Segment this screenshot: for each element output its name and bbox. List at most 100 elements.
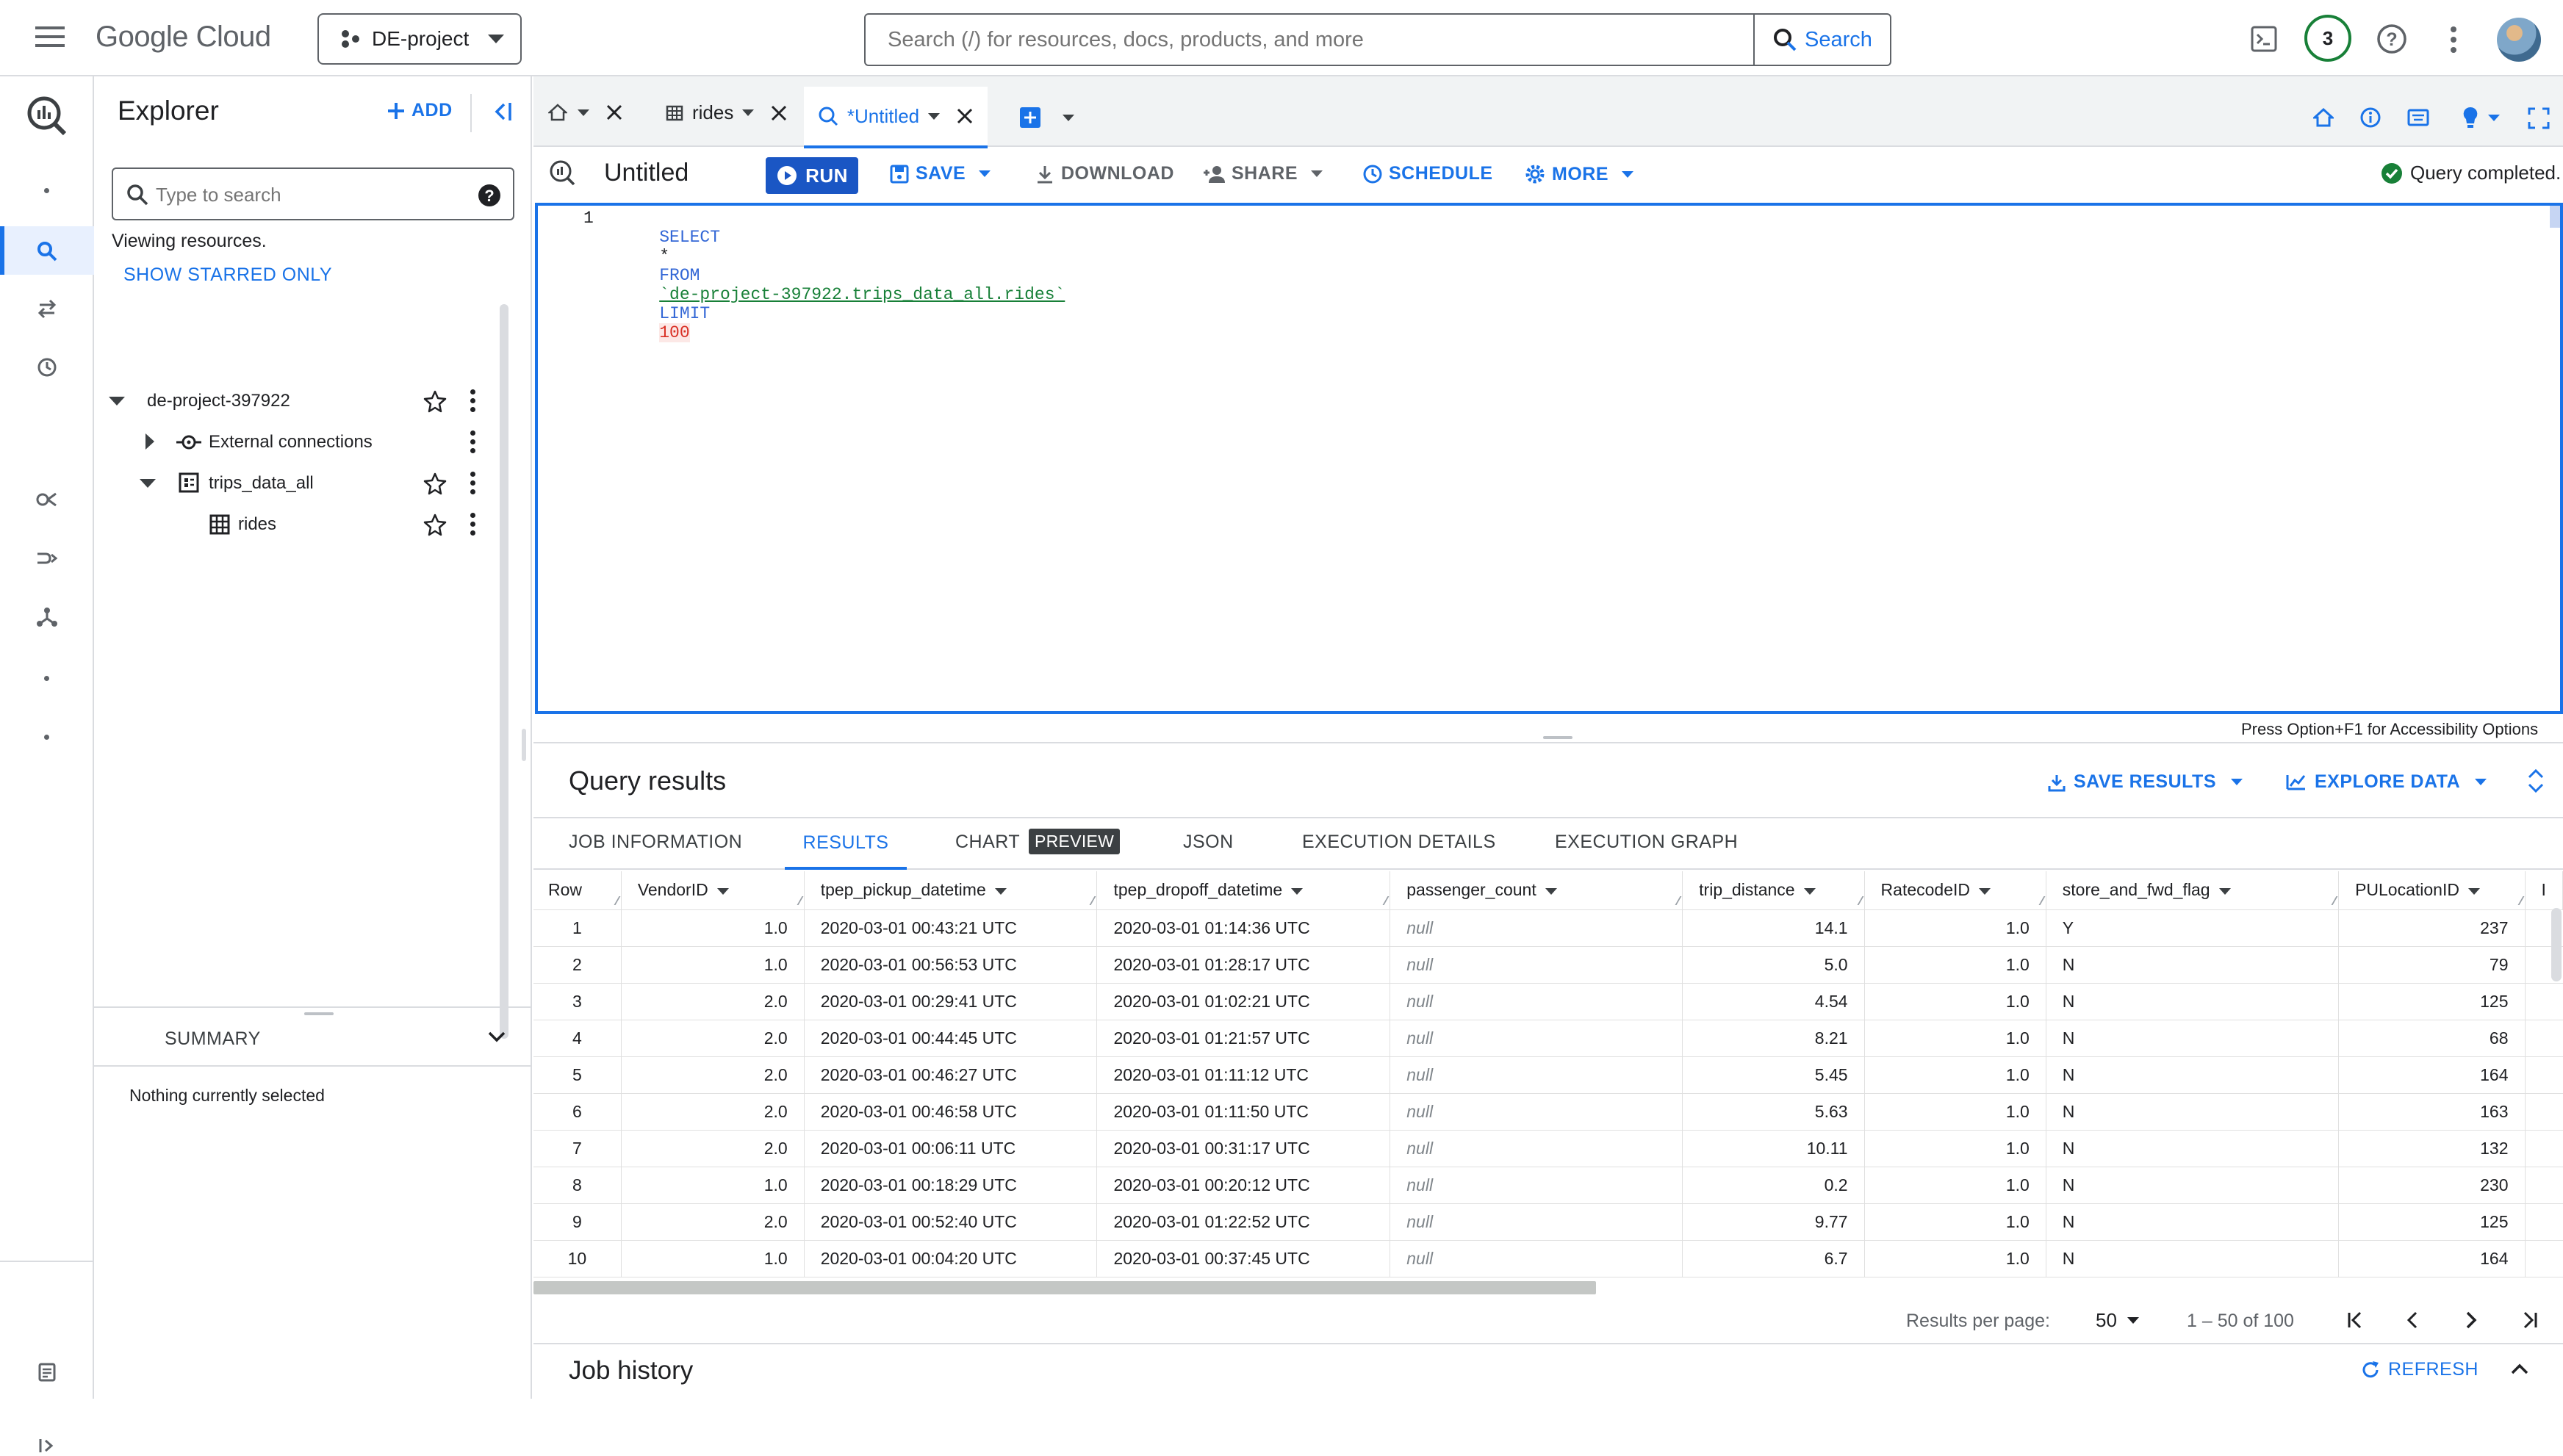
table-cell[interactable]: 164 <box>2338 1240 2526 1277</box>
collapse-panel-icon[interactable] <box>491 98 514 125</box>
table-cell[interactable]: 79 <box>2338 946 2526 984</box>
star-icon[interactable] <box>423 472 447 495</box>
table-cell[interactable]: 1.0 <box>1864 1093 2046 1131</box>
table-cell[interactable]: null <box>1390 1093 1683 1131</box>
chevron-up-icon[interactable] <box>2509 1361 2531 1377</box>
column-header[interactable]: RatecodeID <box>1864 871 2046 910</box>
table-cell[interactable]: 2020-03-01 00:29:41 UTC <box>804 983 1098 1020</box>
table-row[interactable]: 3 2.0 2020-03-01 00:29:41 UTC 2020-03-01 01… <box>533 983 2563 1020</box>
table-cell[interactable]: N <box>2046 1203 2340 1241</box>
editor-scrollbar[interactable] <box>2550 206 2560 228</box>
column-header[interactable]: passenger_count <box>1390 871 1683 910</box>
table-cell[interactable]: 2.0 <box>621 1020 805 1057</box>
home-icon[interactable] <box>2313 107 2334 128</box>
notifications-badge[interactable]: 3 <box>2304 15 2351 62</box>
table-cell[interactable]: 1.0 <box>1864 983 2046 1020</box>
download-button[interactable]: DOWNLOAD <box>1035 163 1174 184</box>
refresh-button[interactable]: REFRESH <box>2360 1359 2478 1380</box>
row-number-cell[interactable]: 4 <box>533 1020 622 1057</box>
column-header[interactable]: I <box>2525 871 2563 910</box>
table-cell[interactable]: N <box>2046 1093 2340 1131</box>
expand-collapse-icon[interactable] <box>2525 767 2547 795</box>
column-header[interactable]: tpep_dropoff_datetime <box>1096 871 1391 910</box>
first-page-icon[interactable] <box>2344 1309 2366 1331</box>
table-cell[interactable]: 2.0 <box>621 1203 805 1241</box>
column-menu-icon[interactable] <box>994 887 1007 895</box>
table-cell[interactable]: null <box>1390 1203 1683 1241</box>
close-icon[interactable] <box>956 107 974 125</box>
table-cell[interactable]: 1.0 <box>621 1167 805 1204</box>
tab-rides[interactable]: rides <box>666 101 788 124</box>
close-icon[interactable] <box>605 104 623 121</box>
table-row[interactable]: 9 2.0 2020-03-01 00:52:40 UTC 2020-03-01 01… <box>533 1203 2563 1241</box>
row-number-cell[interactable]: 10 <box>533 1240 622 1277</box>
column-menu-icon[interactable] <box>2467 887 2480 895</box>
star-icon[interactable] <box>423 389 447 413</box>
column-header[interactable]: PULocationID <box>2338 871 2526 910</box>
summary-drag-handle[interactable] <box>304 1012 334 1015</box>
column-menu-icon[interactable] <box>1545 887 1557 895</box>
history-clock-icon[interactable] <box>37 357 57 378</box>
table-cell[interactable]: 0.2 <box>1682 1167 1865 1204</box>
explorer-search-box[interactable]: ? <box>112 167 514 220</box>
table-cell[interactable]: 2020-03-01 00:44:45 UTC <box>804 1020 1098 1057</box>
table-cell[interactable]: 5.0 <box>1682 946 1865 984</box>
tab-chart[interactable]: CHART <box>955 832 1020 853</box>
node-menu-icon[interactable] <box>470 430 476 454</box>
table-cell[interactable]: null <box>1390 1056 1683 1094</box>
row-number-cell[interactable]: 8 <box>533 1167 622 1204</box>
row-number-cell[interactable]: 7 <box>533 1130 622 1167</box>
column-header[interactable]: VendorID <box>621 871 805 910</box>
bigquery-logo-icon[interactable] <box>25 94 69 138</box>
table-row[interactable]: 6 2.0 2020-03-01 00:46:58 UTC 2020-03-01 01… <box>533 1093 2563 1131</box>
table-cell[interactable]: null <box>1390 1167 1683 1204</box>
query-title[interactable]: Untitled <box>604 159 689 187</box>
rail-dot-icon[interactable] <box>44 676 49 681</box>
table-cell[interactable]: 4.54 <box>1682 983 1865 1020</box>
info-icon[interactable] <box>2360 107 2381 128</box>
table-row[interactable]: 4 2.0 2020-03-01 00:44:45 UTC 2020-03-01 01… <box>533 1020 2563 1057</box>
column-menu-icon[interactable] <box>716 887 729 895</box>
table-cell[interactable]: 5.45 <box>1682 1056 1865 1094</box>
table-row[interactable]: 1 1.0 2020-03-01 00:43:21 UTC 2020-03-01 01… <box>533 909 2563 947</box>
column-menu-icon[interactable] <box>1979 887 1991 895</box>
tab-results-active[interactable]: RESULTS <box>785 818 907 870</box>
row-number-cell[interactable]: 5 <box>533 1056 622 1094</box>
column-menu-icon[interactable] <box>2218 887 2231 895</box>
save-button[interactable]: SAVE <box>889 163 991 184</box>
cloud-shell-icon[interactable] <box>2250 25 2278 53</box>
table-cell[interactable]: 1.0 <box>621 1240 805 1277</box>
show-starred-link[interactable]: SHOW STARRED ONLY <box>123 264 332 286</box>
tab-untitled-active[interactable]: *Untitled <box>804 87 988 148</box>
column-resize-handle[interactable] <box>789 895 804 905</box>
table-cell[interactable]: 2.0 <box>621 1093 805 1131</box>
table-cell[interactable]: 2020-03-01 00:52:40 UTC <box>804 1203 1098 1241</box>
column-resize-handle[interactable] <box>2510 895 2524 905</box>
table-horizontal-scrollbar[interactable] <box>533 1281 1596 1294</box>
new-tab-menu-caret[interactable] <box>1063 115 1074 121</box>
table-cell[interactable]: 1.0 <box>1864 909 2046 947</box>
row-number-cell[interactable]: 3 <box>533 983 622 1020</box>
table-cell[interactable]: 2020-03-01 00:06:11 UTC <box>804 1130 1098 1167</box>
table-cell[interactable]: 2020-03-01 01:21:57 UTC <box>1096 1020 1391 1057</box>
tree-node-table[interactable]: rides <box>94 504 506 545</box>
tab-home[interactable] <box>548 103 623 122</box>
column-resize-handle[interactable] <box>606 895 621 905</box>
table-row[interactable]: 8 1.0 2020-03-01 00:18:29 UTC 2020-03-01 00… <box>533 1167 2563 1204</box>
table-cell[interactable]: 125 <box>2338 1203 2526 1241</box>
table-cell[interactable]: N <box>2046 1020 2340 1057</box>
keyboard-icon[interactable] <box>2407 109 2429 126</box>
table-cell[interactable]: N <box>2046 1056 2340 1094</box>
global-search-bar[interactable]: Search <box>864 13 1891 66</box>
lightbulb-menu-caret[interactable] <box>2488 115 2500 121</box>
table-cell[interactable]: 2020-03-01 00:31:17 UTC <box>1096 1130 1391 1167</box>
star-icon[interactable] <box>423 513 447 536</box>
add-data-button[interactable]: ADD <box>387 100 453 121</box>
table-cell[interactable]: 230 <box>2338 1167 2526 1204</box>
table-cell[interactable]: null <box>1390 909 1683 947</box>
table-cell[interactable]: 1.0 <box>621 946 805 984</box>
table-cell[interactable]: 163 <box>2338 1093 2526 1131</box>
tree-node-project[interactable]: de-project-397922 <box>94 381 506 422</box>
rail-dot-icon[interactable] <box>44 735 49 740</box>
previous-page-icon[interactable] <box>2401 1309 2423 1331</box>
